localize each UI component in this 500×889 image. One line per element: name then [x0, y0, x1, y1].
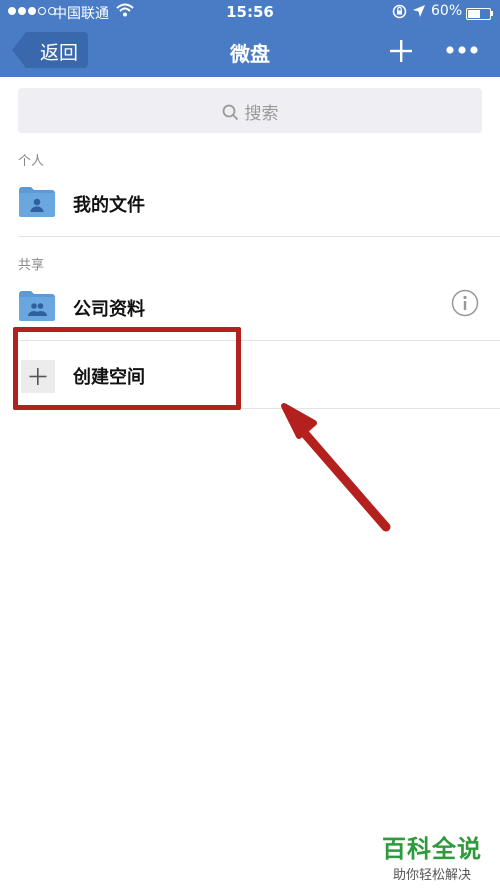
watermark-subtitle: 助你轻松解决 [392, 868, 471, 883]
annotation-arrow [281, 403, 391, 532]
watermark-logo: 百科全说 助你轻松解决 [373, 829, 491, 883]
watermark-title: 百科全说 [382, 835, 482, 863]
